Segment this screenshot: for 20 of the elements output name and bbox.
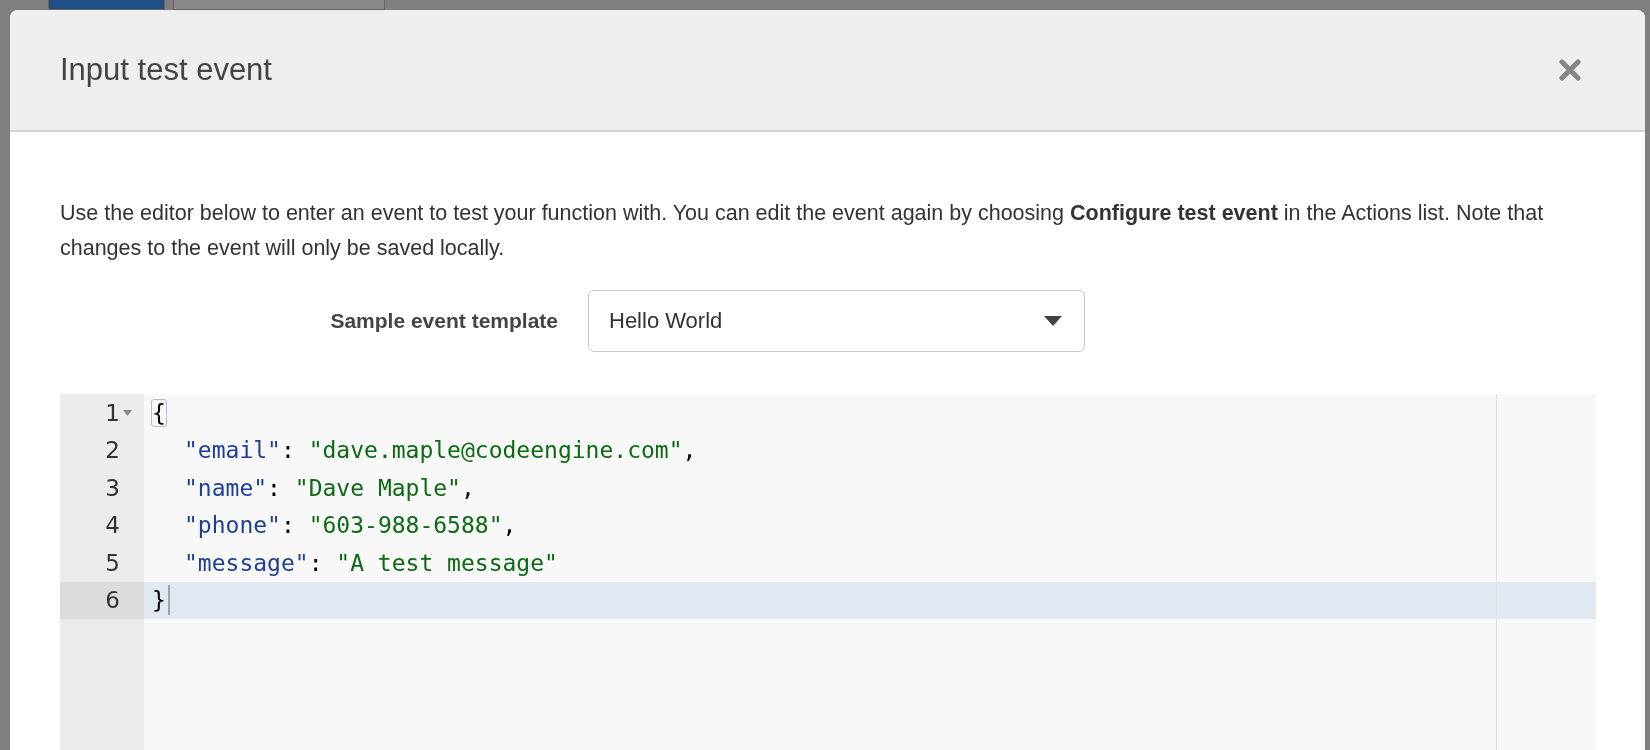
code-line: } <box>152 587 166 614</box>
code-editor[interactable]: 1 2 3 4 5 6 { "email": "dave.maple@codeengine.com", "name": "Dave Maple", "phone": "603-988-6588", "message": "A test message" } <box>60 394 1596 750</box>
code-line: "email": "dave.maple@codeengine.com", <box>183 437 697 464</box>
close-icon[interactable] <box>1559 59 1581 81</box>
description-text: Use the editor below to enter an event to test your function with. You can edit the event again by choosing Configure test event in the Actions list. Note that changes to the event will only be saved locally. <box>60 200 1545 262</box>
template-dropdown[interactable]: Hello World <box>588 290 1085 352</box>
template-label: Sample event template <box>329 309 558 333</box>
caret-icon <box>1044 316 1062 326</box>
fold-icon[interactable] <box>122 409 132 416</box>
code-line: { <box>152 399 166 426</box>
line-number: 4 <box>105 512 120 539</box>
line-number: 3 <box>105 474 120 501</box>
code-line: "name": "Dave Maple", <box>183 474 475 501</box>
modal-title: Input test event <box>60 52 272 88</box>
code-line: "message": "A test message" <box>183 549 558 576</box>
line-number: 1 <box>105 399 120 426</box>
line-number: 2 <box>105 437 120 464</box>
line-number: 6 <box>105 587 120 614</box>
code-line: "phone": "603-988-6588", <box>183 512 517 539</box>
line-number: 5 <box>105 549 120 576</box>
